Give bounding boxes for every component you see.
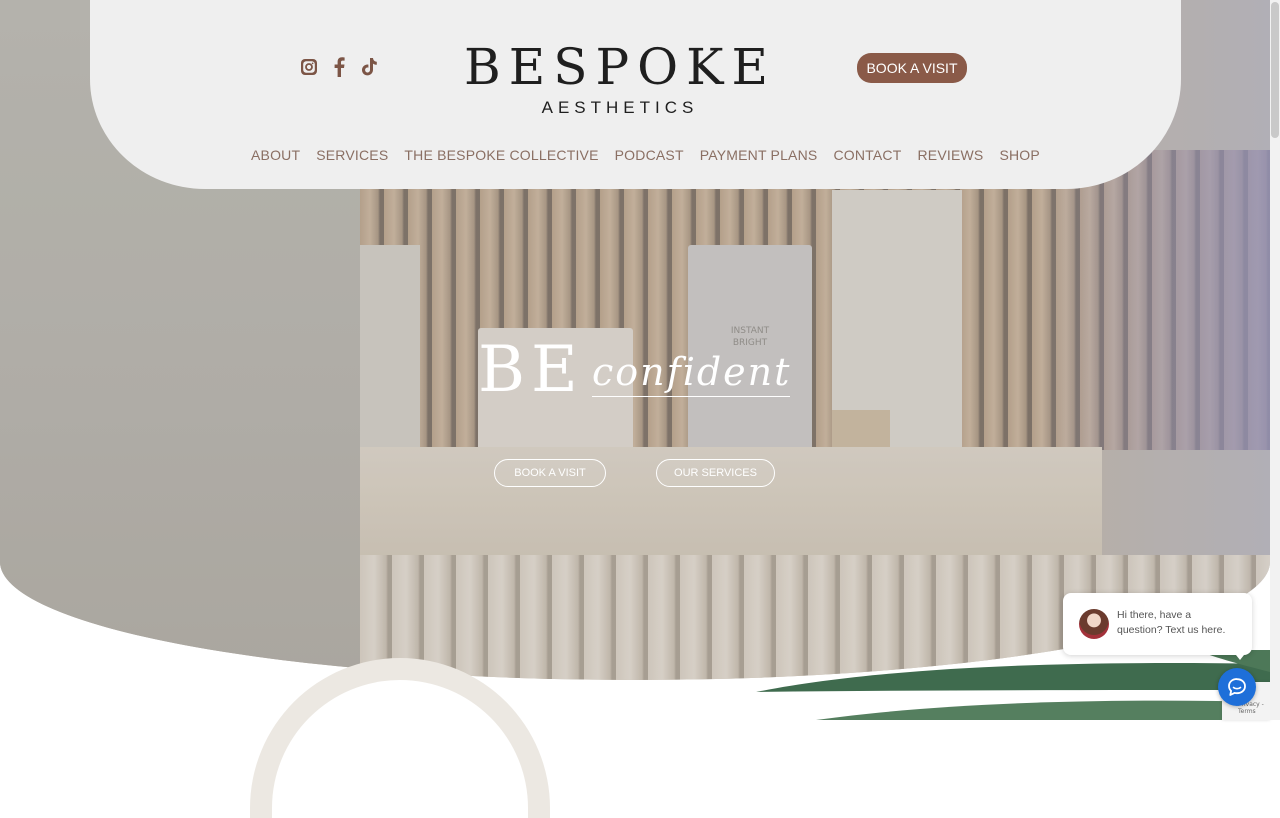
chat-greeting-text: Hi there, have a question? Text us here. [1117,609,1226,636]
nav-item-bespoke-collective[interactable]: THE BESPOKE COLLECTIVE [404,147,598,163]
hero-book-a-visit-button[interactable]: BOOK A VISIT [494,459,606,487]
nav-item-services[interactable]: SERVICES [316,147,388,163]
brand-logo[interactable]: BESPOKE AESTHETICS [420,38,820,118]
facebook-icon[interactable] [330,57,348,77]
palm-leaf-decoration [756,650,1270,720]
nav-item-podcast[interactable]: PODCAST [615,147,684,163]
chat-greeting-bubble[interactable]: Hi there, have a question? Text us here. [1063,593,1252,655]
avatar [1079,609,1109,639]
tagline-underline [592,396,790,397]
nav-item-about[interactable]: ABOUT [251,147,300,163]
nav-item-reviews[interactable]: REVIEWS [917,147,983,163]
nav-item-payment-plans[interactable]: PAYMENT PLANS [700,147,818,163]
hero-our-services-button[interactable]: OUR SERVICES [656,459,775,487]
chat-bubble-tail [1232,650,1248,660]
tagline-script: confident [592,350,792,394]
nav-item-shop[interactable]: SHOP [999,147,1039,163]
brand-subtitle: AESTHETICS [541,98,699,117]
main-nav: ABOUT SERVICES THE BESPOKE COLLECTIVE PO… [251,147,1040,163]
chat-launcher-button[interactable] [1218,668,1256,706]
chat-icon [1228,678,1246,696]
brand-name: BESPOKE [464,38,776,96]
tagline-be: BE [478,333,584,407]
page-scrollbar-thumb[interactable] [1271,2,1279,138]
instagram-icon[interactable] [300,57,318,77]
nav-item-contact[interactable]: CONTACT [833,147,901,163]
hero-tagline: BE confident [478,330,838,430]
tiktok-icon[interactable] [360,57,378,77]
decorative-arch [250,658,550,818]
book-a-visit-button[interactable]: BOOK A VISIT [857,53,967,83]
social-links [300,57,378,77]
